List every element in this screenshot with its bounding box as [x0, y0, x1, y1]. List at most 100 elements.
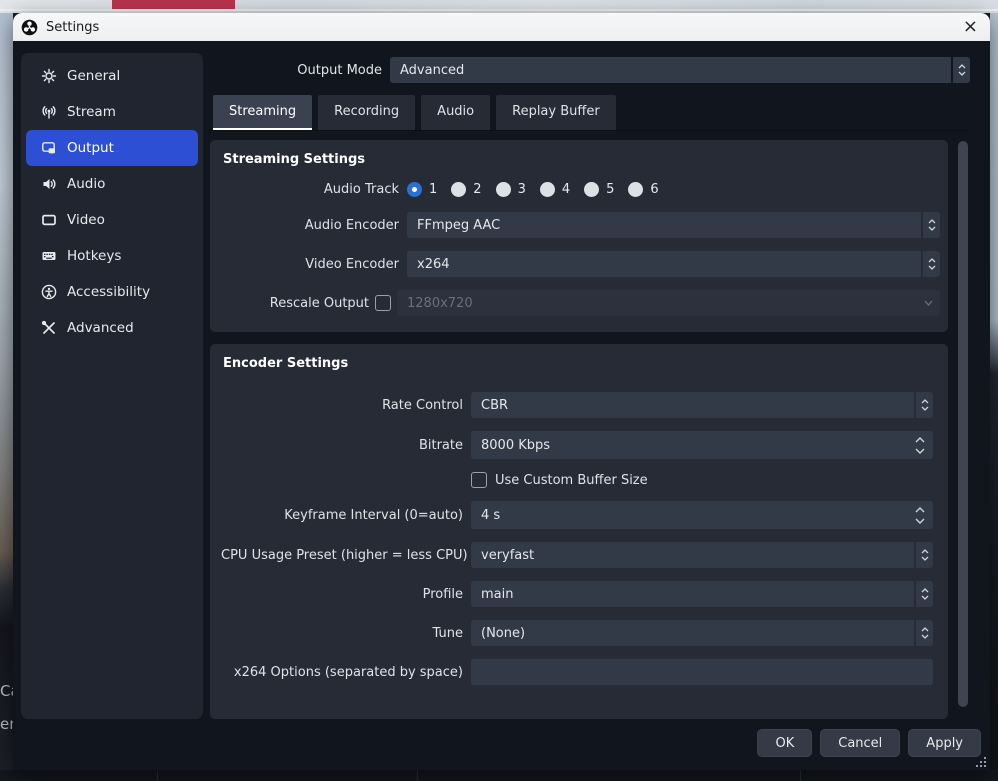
audio-track-radio-4[interactable]: 4 [540, 182, 570, 197]
profile-select[interactable]: main [471, 581, 933, 607]
spinner-arrows[interactable] [907, 437, 933, 454]
audio-encoder-row: Audio Encoder FFmpeg AAC [221, 212, 940, 238]
chevron-up-icon [915, 507, 925, 513]
profile-row: Profile main [221, 581, 940, 607]
sidebar-item-label: Advanced [67, 320, 134, 336]
spinner-arrows[interactable] [916, 581, 933, 607]
output-mode-value: Advanced [390, 57, 951, 83]
audio-track-radio-group: 1 2 3 4 5 6 [407, 182, 673, 197]
spinner-arrows[interactable] [916, 620, 933, 646]
cpu-usage-preset-row: CPU Usage Preset (higher = less CPU) ver… [221, 542, 940, 568]
bitrate-spinbox[interactable]: 8000 Kbps [471, 431, 933, 459]
titlebar[interactable]: Settings × [13, 13, 990, 41]
tune-label: Tune [221, 626, 463, 641]
button-label: OK [775, 736, 794, 751]
sidebar-item-accessibility[interactable]: Accessibility [26, 274, 198, 310]
audio-track-radio-3[interactable]: 3 [496, 182, 526, 197]
dialog-title: Settings [46, 20, 99, 35]
tab-replay-buffer[interactable]: Replay Buffer [496, 95, 616, 130]
sidebar-item-hotkeys[interactable]: Hotkeys [26, 238, 198, 274]
cancel-button[interactable]: Cancel [820, 729, 900, 757]
sidebar-item-label: Audio [67, 176, 105, 192]
background-bottom-strip [0, 770, 998, 781]
spinner-arrows[interactable] [916, 392, 933, 418]
background-divider [800, 770, 801, 781]
gear-icon [40, 68, 57, 85]
tune-select[interactable]: (None) [471, 620, 933, 646]
custom-buffer-checkbox[interactable] [471, 472, 487, 488]
apply-button[interactable]: Apply [908, 729, 981, 757]
sidebar-item-label: General [67, 68, 120, 84]
tab-label: Replay Buffer [512, 104, 600, 119]
close-icon[interactable]: × [963, 18, 978, 36]
obs-logo-icon [21, 19, 38, 36]
ok-button[interactable]: OK [757, 729, 812, 757]
rate-control-select[interactable]: CBR [471, 392, 933, 418]
button-label: Cancel [838, 736, 882, 751]
chevron-up-icon [928, 219, 936, 224]
settings-sidebar: General Stream [21, 53, 203, 719]
video-encoder-select[interactable]: x264 [407, 251, 940, 277]
radio-label: 3 [518, 182, 526, 197]
tabs-divider [210, 130, 970, 131]
keyframe-interval-value: 4 s [471, 508, 907, 523]
bitrate-value: 8000 Kbps [471, 438, 907, 453]
output-mode-row: Output Mode Advanced [210, 57, 970, 83]
rescale-output-checkbox[interactable] [375, 295, 391, 311]
rescale-resolution-select: 1280x720 [397, 290, 940, 316]
dialog-body: General Stream [13, 41, 990, 770]
spinner-arrows[interactable] [923, 212, 940, 238]
sidebar-item-label: Stream [67, 104, 116, 120]
audio-track-radio-2[interactable]: 2 [451, 182, 481, 197]
spinner-arrows[interactable] [916, 542, 933, 568]
section-title: Encoder Settings [223, 356, 940, 371]
sidebar-item-general[interactable]: General [26, 58, 198, 94]
audio-encoder-select[interactable]: FFmpeg AAC [407, 212, 940, 238]
spinner-arrows[interactable] [923, 251, 940, 277]
chevron-down-icon [924, 300, 933, 306]
radio-icon [584, 182, 599, 197]
rate-control-row: Rate Control CBR [221, 392, 940, 418]
chevron-down-icon [921, 595, 929, 600]
tab-audio[interactable]: Audio [421, 95, 490, 130]
vertical-scrollbar[interactable] [958, 141, 968, 707]
background-red-bar [112, 0, 235, 9]
tune-row: Tune (None) [221, 620, 940, 646]
sidebar-item-output[interactable]: Output [26, 130, 198, 166]
chevron-up-icon [915, 437, 925, 443]
radio-label: 5 [606, 182, 614, 197]
sidebar-item-stream[interactable]: Stream [26, 94, 198, 130]
sidebar-item-advanced[interactable]: Advanced [26, 310, 198, 346]
rate-control-value: CBR [471, 392, 914, 418]
background-divider [417, 770, 418, 781]
accessibility-icon [40, 284, 57, 301]
audio-track-radio-5[interactable]: 5 [584, 182, 614, 197]
output-mode-select[interactable]: Advanced [390, 57, 970, 83]
audio-track-row: Audio Track 1 2 3 4 5 6 [221, 179, 940, 199]
x264-options-input[interactable] [471, 659, 933, 685]
sidebar-item-video[interactable]: Video [26, 202, 198, 238]
resize-grip[interactable] [977, 758, 986, 767]
output-tabs: Streaming Recording Audio Replay Buffer [213, 95, 616, 131]
cpu-usage-preset-select[interactable]: veryfast [471, 542, 933, 568]
section-title: Streaming Settings [223, 152, 940, 167]
tab-label: Recording [334, 104, 399, 119]
audio-track-radio-1[interactable]: 1 [407, 182, 437, 197]
sidebar-item-label: Video [67, 212, 105, 228]
audio-encoder-value: FFmpeg AAC [407, 212, 921, 238]
sidebar-item-audio[interactable]: Audio [26, 166, 198, 202]
radio-icon [540, 182, 555, 197]
keyframe-interval-spinbox[interactable]: 4 s [471, 501, 933, 529]
spinner-arrows[interactable] [953, 57, 970, 83]
radio-icon [628, 182, 643, 197]
video-encoder-value: x264 [407, 251, 921, 277]
cpu-usage-preset-label: CPU Usage Preset (higher = less CPU) [221, 548, 463, 563]
spinner-arrows[interactable] [907, 507, 933, 524]
audio-track-radio-6[interactable]: 6 [628, 182, 658, 197]
tab-recording[interactable]: Recording [318, 95, 415, 130]
stream-icon [40, 104, 57, 121]
tab-streaming[interactable]: Streaming [213, 95, 312, 130]
settings-dialog: Settings × General [13, 13, 990, 770]
chevron-up-icon [921, 549, 929, 554]
chevron-up-icon [921, 588, 929, 593]
